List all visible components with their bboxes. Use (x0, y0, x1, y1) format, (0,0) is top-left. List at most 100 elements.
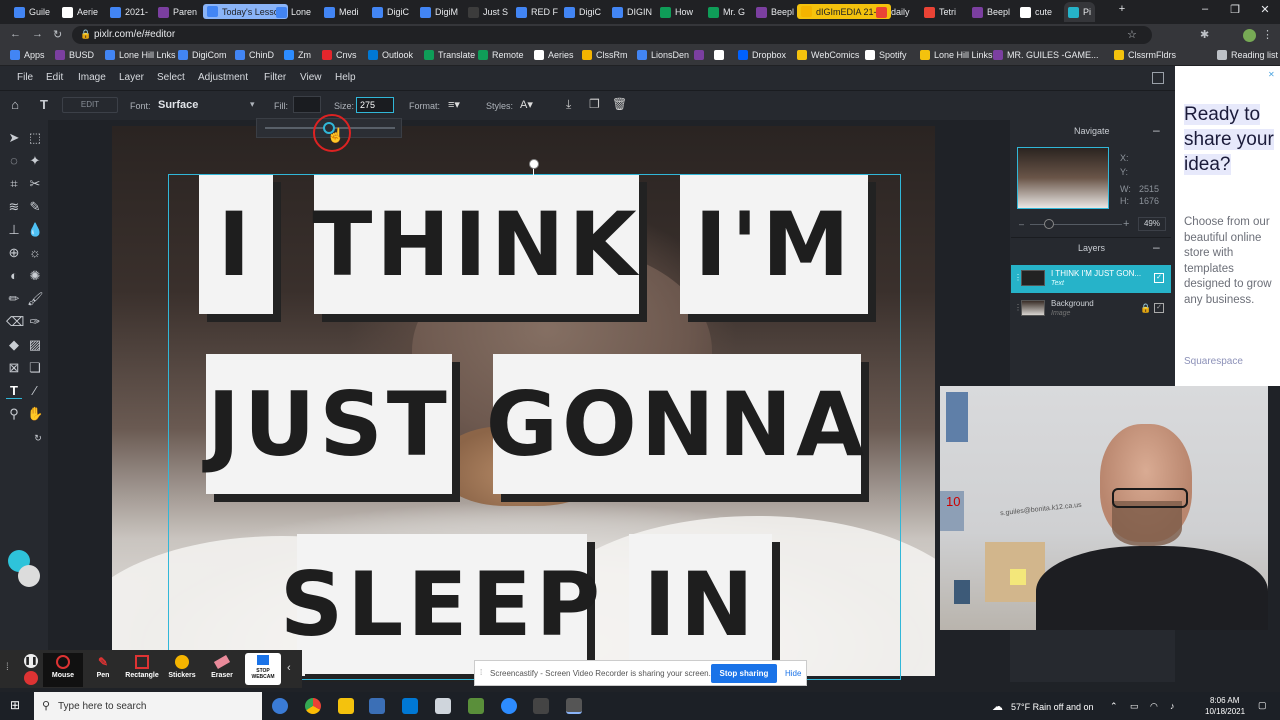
store-icon[interactable] (369, 698, 385, 714)
bookmark-item[interactable]: LionsDen (637, 50, 689, 60)
eraser-tool-icon[interactable]: ⌫ (6, 314, 24, 330)
pen-tool-button[interactable]: ✎ Pen (83, 653, 123, 687)
collapse-toolbar-icon[interactable]: ‹ (287, 662, 291, 674)
wand-tool-icon[interactable]: ✦ (27, 153, 43, 169)
browser-tab[interactable]: Mr. G (704, 2, 749, 22)
browser-tab[interactable]: Just S (464, 2, 512, 22)
weather-text[interactable]: 57°F Rain off and on (1011, 702, 1094, 712)
stickers-tool-button[interactable]: Stickers (162, 653, 202, 687)
extensions-icon[interactable]: ✱ (1200, 28, 1209, 41)
banner-grip-icon[interactable]: ⁞ (480, 668, 482, 677)
shape-tool-icon[interactable]: ⊠ (6, 360, 22, 376)
bookmark-item[interactable]: BUSD (55, 50, 94, 60)
font-dropdown-icon[interactable]: ▾ (250, 99, 255, 110)
rotate-handle[interactable] (529, 159, 539, 169)
rectangle-tool-button[interactable]: Rectangle (122, 653, 162, 687)
element-tool-icon[interactable]: ❏ (27, 360, 43, 376)
duplicate-icon[interactable]: ❐ (589, 97, 600, 111)
draw-tool-icon[interactable]: ✏ (6, 291, 22, 307)
bookmark-item[interactable]: Remote (478, 50, 524, 60)
windows-start-icon[interactable]: ⊞ (10, 699, 23, 712)
bookmark-item[interactable]: Lone Hill Lnks (105, 50, 176, 60)
clock-date[interactable]: 10/18/2021 (1205, 707, 1245, 716)
layer-visibility-checkbox[interactable]: ✓ (1154, 273, 1164, 283)
ad-brand[interactable]: Squarespace (1184, 356, 1243, 367)
browser-tab[interactable]: Guile (10, 2, 54, 22)
menu-select[interactable]: Select (157, 72, 185, 83)
pause-icon[interactable]: ❚❚ (24, 654, 38, 668)
collapse-panel-icon[interactable] (1152, 72, 1164, 84)
sponge-tool-icon[interactable]: ⊕ (6, 245, 22, 261)
bookmark-item[interactable]: MR. GUILES -GAME... (993, 50, 1099, 60)
fill-color-swatch[interactable] (293, 96, 321, 113)
mouse-tool-button[interactable]: Mouse (43, 653, 83, 687)
blur-tool-icon[interactable]: 💧 (27, 222, 43, 238)
app-icon[interactable] (533, 698, 549, 714)
edit-button[interactable]: EDIT (62, 97, 118, 113)
bookmark-item[interactable]: WebComics (797, 50, 859, 60)
bookmark-item[interactable]: Cnvs (322, 50, 357, 60)
zoom-slider-knob[interactable] (1044, 219, 1054, 229)
network-icon[interactable]: ▭ (1130, 701, 1139, 712)
edge-icon[interactable] (272, 698, 288, 714)
browser-tab[interactable]: DigiC (368, 2, 413, 22)
file-explorer-icon[interactable] (338, 698, 354, 714)
background-color[interactable] (18, 565, 40, 587)
maximize-icon[interactable]: ❐ (1226, 3, 1244, 16)
bookmark-item[interactable]: Translate (424, 50, 475, 60)
stop-webcam-button[interactable]: STOP WEBCAM (245, 653, 281, 685)
stop-record-icon[interactable] (24, 671, 38, 685)
browser-tab[interactable]: Paren (154, 2, 201, 22)
browser-tab[interactable]: Pi (1064, 2, 1096, 22)
bookmark-item[interactable]: ClssRm (582, 50, 628, 60)
browser-tab[interactable]: DIGIN (608, 2, 656, 22)
brush-tool-icon[interactable]: 🖌 (27, 291, 44, 307)
gradient-tool-icon[interactable]: ▨ (27, 337, 43, 353)
bookmark-item[interactable]: Zm (284, 50, 311, 60)
browser-tab[interactable]: cute (1016, 2, 1056, 22)
zoom-input[interactable]: 49% (1138, 217, 1166, 231)
bookmark-item[interactable]: Aeries (534, 50, 574, 60)
clock-time[interactable]: 8:06 AM (1210, 696, 1239, 705)
tray-chevron-icon[interactable]: ⌃ (1110, 701, 1118, 712)
clone-tool-icon[interactable]: ⊥ (6, 222, 22, 238)
font-select[interactable]: Surface (158, 99, 198, 111)
address-bar[interactable] (72, 26, 1152, 44)
text-tool-icon[interactable]: T (6, 383, 22, 399)
layer-item-background[interactable]: ⋮ Background Image 🔒 ✓ (1011, 295, 1171, 323)
text-bounding-box[interactable] (168, 174, 901, 680)
bookmark-item[interactable]: Spotify (865, 50, 907, 60)
browser-tab[interactable]: Lone (272, 2, 315, 22)
menu-view[interactable]: View (300, 72, 322, 83)
zoom-in-icon[interactable]: + (1123, 218, 1129, 230)
bookmark-item[interactable]: Lone Hill Links (920, 50, 993, 60)
menu-filter[interactable]: Filter (264, 72, 286, 83)
menu-help[interactable]: Help (335, 72, 356, 83)
align-icon[interactable]: ≡▾ (448, 98, 460, 111)
hide-button[interactable]: Hide (785, 669, 801, 678)
fill-tool-icon[interactable]: ◆ (6, 337, 22, 353)
browser-tab[interactable]: DigiC (560, 2, 605, 22)
profile-avatar[interactable] (1243, 29, 1256, 42)
volume-icon[interactable]: ♪ (1170, 701, 1175, 711)
menu-layer[interactable]: Layer (119, 72, 144, 83)
swap-colors-icon[interactable]: ↻ (30, 430, 46, 446)
burn-tool-icon[interactable]: ✺ (27, 268, 43, 284)
layer-item-text[interactable]: ⋮ I THINK I'M JUST GON... Text ✓ (1011, 265, 1171, 293)
new-tab-icon[interactable]: + (1113, 3, 1131, 15)
dodge-tool-icon[interactable]: ☼ (27, 245, 43, 261)
bookmark-item[interactable]: Outlook (368, 50, 413, 60)
color-replace-icon[interactable]: ◐ (6, 268, 22, 284)
bookmark-item[interactable] (714, 50, 728, 60)
back-icon[interactable]: ← (10, 28, 21, 40)
menu-image[interactable]: Image (78, 72, 106, 83)
reload-icon[interactable]: ↻ (53, 28, 62, 41)
lasso-tool-icon[interactable]: ◌ (6, 153, 22, 169)
zoom-app-icon[interactable] (501, 698, 517, 714)
align-layer-icon[interactable]: ⤓ (566, 97, 571, 112)
hand-tool-icon[interactable]: ✋ (27, 406, 43, 422)
browser-tab[interactable]: Beepl (968, 2, 1014, 22)
picker-tool-icon[interactable]: ⁄ (27, 383, 43, 399)
layer-visibility-checkbox[interactable]: ✓ (1154, 303, 1164, 313)
stop-sharing-button[interactable]: Stop sharing (711, 664, 777, 683)
